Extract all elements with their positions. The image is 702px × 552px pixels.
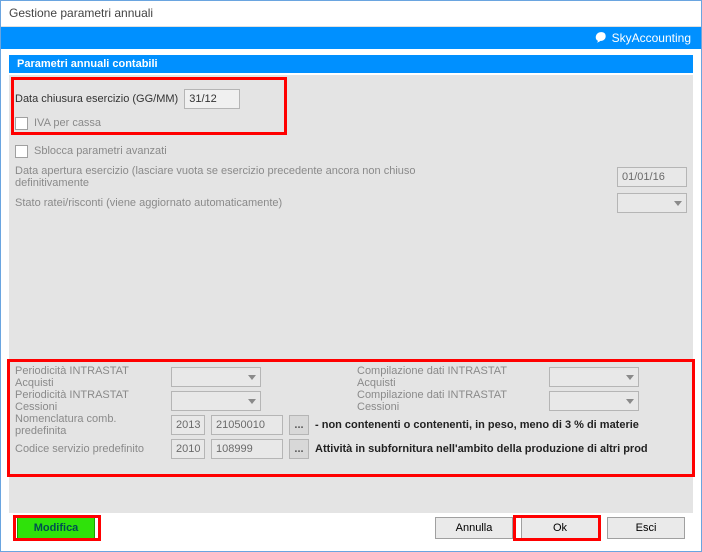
chevron-down-icon bbox=[626, 399, 634, 404]
chevron-down-icon bbox=[674, 201, 682, 206]
modifica-button[interactable]: Modifica bbox=[17, 517, 95, 539]
comp-intrastat-acq-select[interactable] bbox=[549, 367, 639, 387]
annulla-button[interactable]: Annulla bbox=[435, 517, 513, 539]
nomenclatura-label: Nomenclatura comb. predefinita bbox=[15, 413, 165, 437]
codice-servizio-code-input[interactable] bbox=[211, 439, 283, 459]
nomenclatura-desc: - non contenenti o contenenti, in peso, … bbox=[315, 419, 687, 431]
stato-ratei-label: Stato ratei/risconti (viene aggiornato a… bbox=[15, 197, 282, 209]
chevron-down-icon bbox=[626, 375, 634, 380]
data-apertura-label: Data apertura esercizio (lasciare vuota … bbox=[15, 165, 465, 189]
chevron-down-icon bbox=[248, 399, 256, 404]
brand-icon bbox=[594, 31, 608, 45]
titlebar: Gestione parametri annuali bbox=[1, 1, 701, 27]
content-area: Data chiusura esercizio (GG/MM) IVA per … bbox=[9, 75, 693, 513]
brand-label: SkyAccounting bbox=[612, 31, 691, 45]
section-header: Parametri annuali contabili bbox=[9, 55, 693, 73]
codice-servizio-year-input[interactable] bbox=[171, 439, 205, 459]
codice-servizio-label: Codice servizio predefinito bbox=[15, 443, 165, 455]
data-chiusura-label: Data chiusura esercizio (GG/MM) bbox=[15, 93, 178, 105]
section-title: Parametri annuali contabili bbox=[17, 58, 158, 70]
iva-per-cassa-checkbox[interactable] bbox=[15, 117, 28, 130]
iva-per-cassa-label: IVA per cassa bbox=[34, 117, 101, 129]
ok-button[interactable]: Ok bbox=[521, 517, 599, 539]
data-apertura-input[interactable] bbox=[617, 167, 687, 187]
comp-intrastat-ces-label: Compilazione dati INTRASTAT Cessioni bbox=[357, 389, 543, 413]
sblocca-label: Sblocca parametri avanzati bbox=[34, 145, 167, 157]
period-intrastat-ces-select[interactable] bbox=[171, 391, 261, 411]
nomenclatura-code-input[interactable] bbox=[211, 415, 283, 435]
brand-bar: SkyAccounting bbox=[1, 27, 701, 49]
window-title: Gestione parametri annuali bbox=[9, 6, 153, 20]
data-chiusura-input[interactable] bbox=[184, 89, 240, 109]
window: Gestione parametri annuali SkyAccounting… bbox=[0, 0, 702, 552]
period-intrastat-acq-label: Periodicità INTRASTAT Acquisti bbox=[15, 365, 165, 389]
stato-ratei-select[interactable] bbox=[617, 193, 687, 213]
inner-pane: Parametri annuali contabili Data chiusur… bbox=[1, 49, 701, 551]
chevron-down-icon bbox=[248, 375, 256, 380]
nomenclatura-browse-button[interactable]: ... bbox=[289, 415, 309, 435]
period-intrastat-acq-select[interactable] bbox=[171, 367, 261, 387]
codice-servizio-browse-button[interactable]: ... bbox=[289, 439, 309, 459]
esci-button[interactable]: Esci bbox=[607, 517, 685, 539]
period-intrastat-ces-label: Periodicità INTRASTAT Cessioni bbox=[15, 389, 165, 413]
comp-intrastat-ces-select[interactable] bbox=[549, 391, 639, 411]
codice-servizio-desc: Attività in subfornitura nell'ambito del… bbox=[315, 443, 687, 455]
buttons-bar: Modifica Annulla Ok Esci bbox=[9, 513, 693, 543]
comp-intrastat-acq-label: Compilazione dati INTRASTAT Acquisti bbox=[357, 365, 543, 389]
sblocca-checkbox[interactable] bbox=[15, 145, 28, 158]
nomenclatura-year-input[interactable] bbox=[171, 415, 205, 435]
